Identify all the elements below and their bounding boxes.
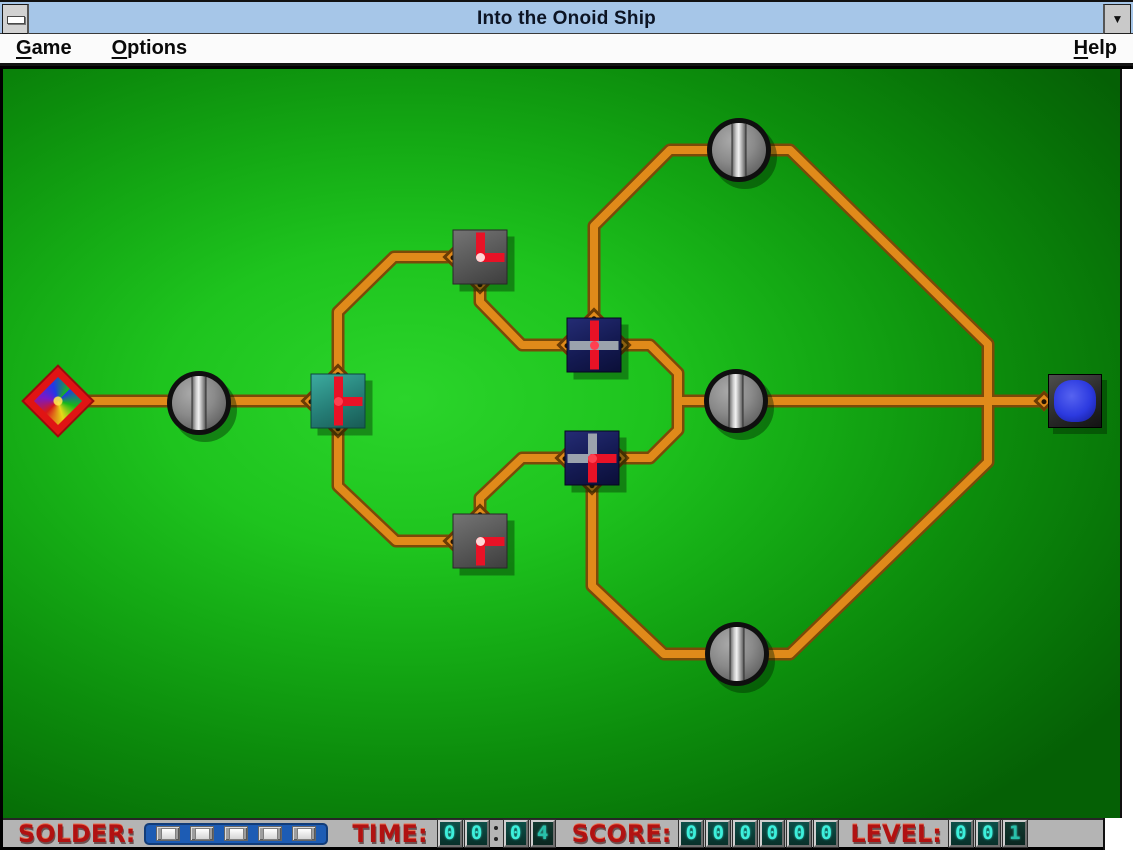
knob-slot-icon [729,374,744,428]
digit-cell: 0 [679,820,703,847]
digit-colon [492,826,501,841]
knob-face [712,123,766,177]
chip-cross-bottom[interactable] [565,431,620,486]
menu-item-options[interactable]: Options [112,37,188,60]
chip-corner-top[interactable] [453,230,508,285]
menu-item-help[interactable]: Help [1074,37,1117,60]
chip-splitter[interactable] [311,374,366,429]
chip-center-dot [590,341,599,350]
knob-face [172,376,226,430]
knob-slot-icon [732,123,747,177]
menu-underline-letter: H [1074,37,1088,59]
score-display: 000000 [679,820,838,847]
menu-underline-letter: O [112,37,128,59]
knob-slot-icon [192,376,207,430]
solder-meter [144,823,328,845]
knob-face [709,374,763,428]
chip-cross-top[interactable] [567,318,622,373]
solder-slot [156,826,180,841]
solder-slot [292,826,316,841]
chip-center-dot [476,537,485,546]
time-label: TIME: [352,822,427,846]
menu-bar: Game Options Help [0,34,1133,66]
digit-cell: 0 [976,820,1000,847]
circuit-board [3,69,1120,818]
chip-corner-bottom[interactable] [453,514,508,569]
time-display: 0004 [438,820,555,847]
digit-cell: 1 [1003,820,1027,847]
chip-center-dot [334,397,343,406]
solder-slot [224,826,248,841]
chip-center-dot [476,253,485,262]
solder-slot [190,826,214,841]
knob-top[interactable] [707,118,771,182]
menu-right-group: Help [1074,37,1117,60]
knob-left[interactable] [167,371,231,435]
solder-slot [258,826,282,841]
digit-cell: 0 [733,820,757,847]
solder-label: SOLDER: [18,822,135,846]
digit-cell: 0 [787,820,811,847]
digit-cell: 0 [814,820,838,847]
knob-bottom[interactable] [705,622,769,686]
chip-center-dot [588,454,597,463]
digit-cell: 0 [465,820,489,847]
menu-underline-letter: G [16,37,32,59]
window-right-border [1120,69,1133,850]
digit-cell: 0 [760,820,784,847]
digit-cell: 0 [438,820,462,847]
target-blob-icon [1054,380,1096,422]
window-title: Into the Onoid Ship [0,2,1133,36]
status-bar-corner [1103,818,1133,850]
digit-cell: 4 [531,820,555,847]
target-port[interactable] [1048,374,1102,428]
digit-cell: 0 [949,820,973,847]
status-bar: SOLDER: TIME: 0004 SCORE: 000000 LEVEL: … [3,818,1103,847]
knob-face [710,627,764,681]
menu-rest-letters: ame [32,37,72,59]
knob-slot-icon [730,627,745,681]
minimize-button[interactable]: ▼ [1103,4,1131,34]
source-pattern-icon [34,377,82,425]
menu-item-game[interactable]: Game [16,37,72,60]
score-label: SCORE: [572,822,672,846]
level-display: 001 [949,820,1027,847]
wire-traces [3,69,1120,818]
title-bar: Into the Onoid Ship ▼ [0,0,1133,34]
digit-cell: 0 [706,820,730,847]
down-arrow-icon: ▼ [1112,12,1124,26]
knob-middle[interactable] [704,369,768,433]
menu-left-group: Game Options [16,37,187,60]
menu-rest-letters: ptions [127,37,187,59]
menu-rest-letters: elp [1088,37,1117,59]
level-label: LEVEL: [850,822,942,846]
digit-cell: 0 [504,820,528,847]
